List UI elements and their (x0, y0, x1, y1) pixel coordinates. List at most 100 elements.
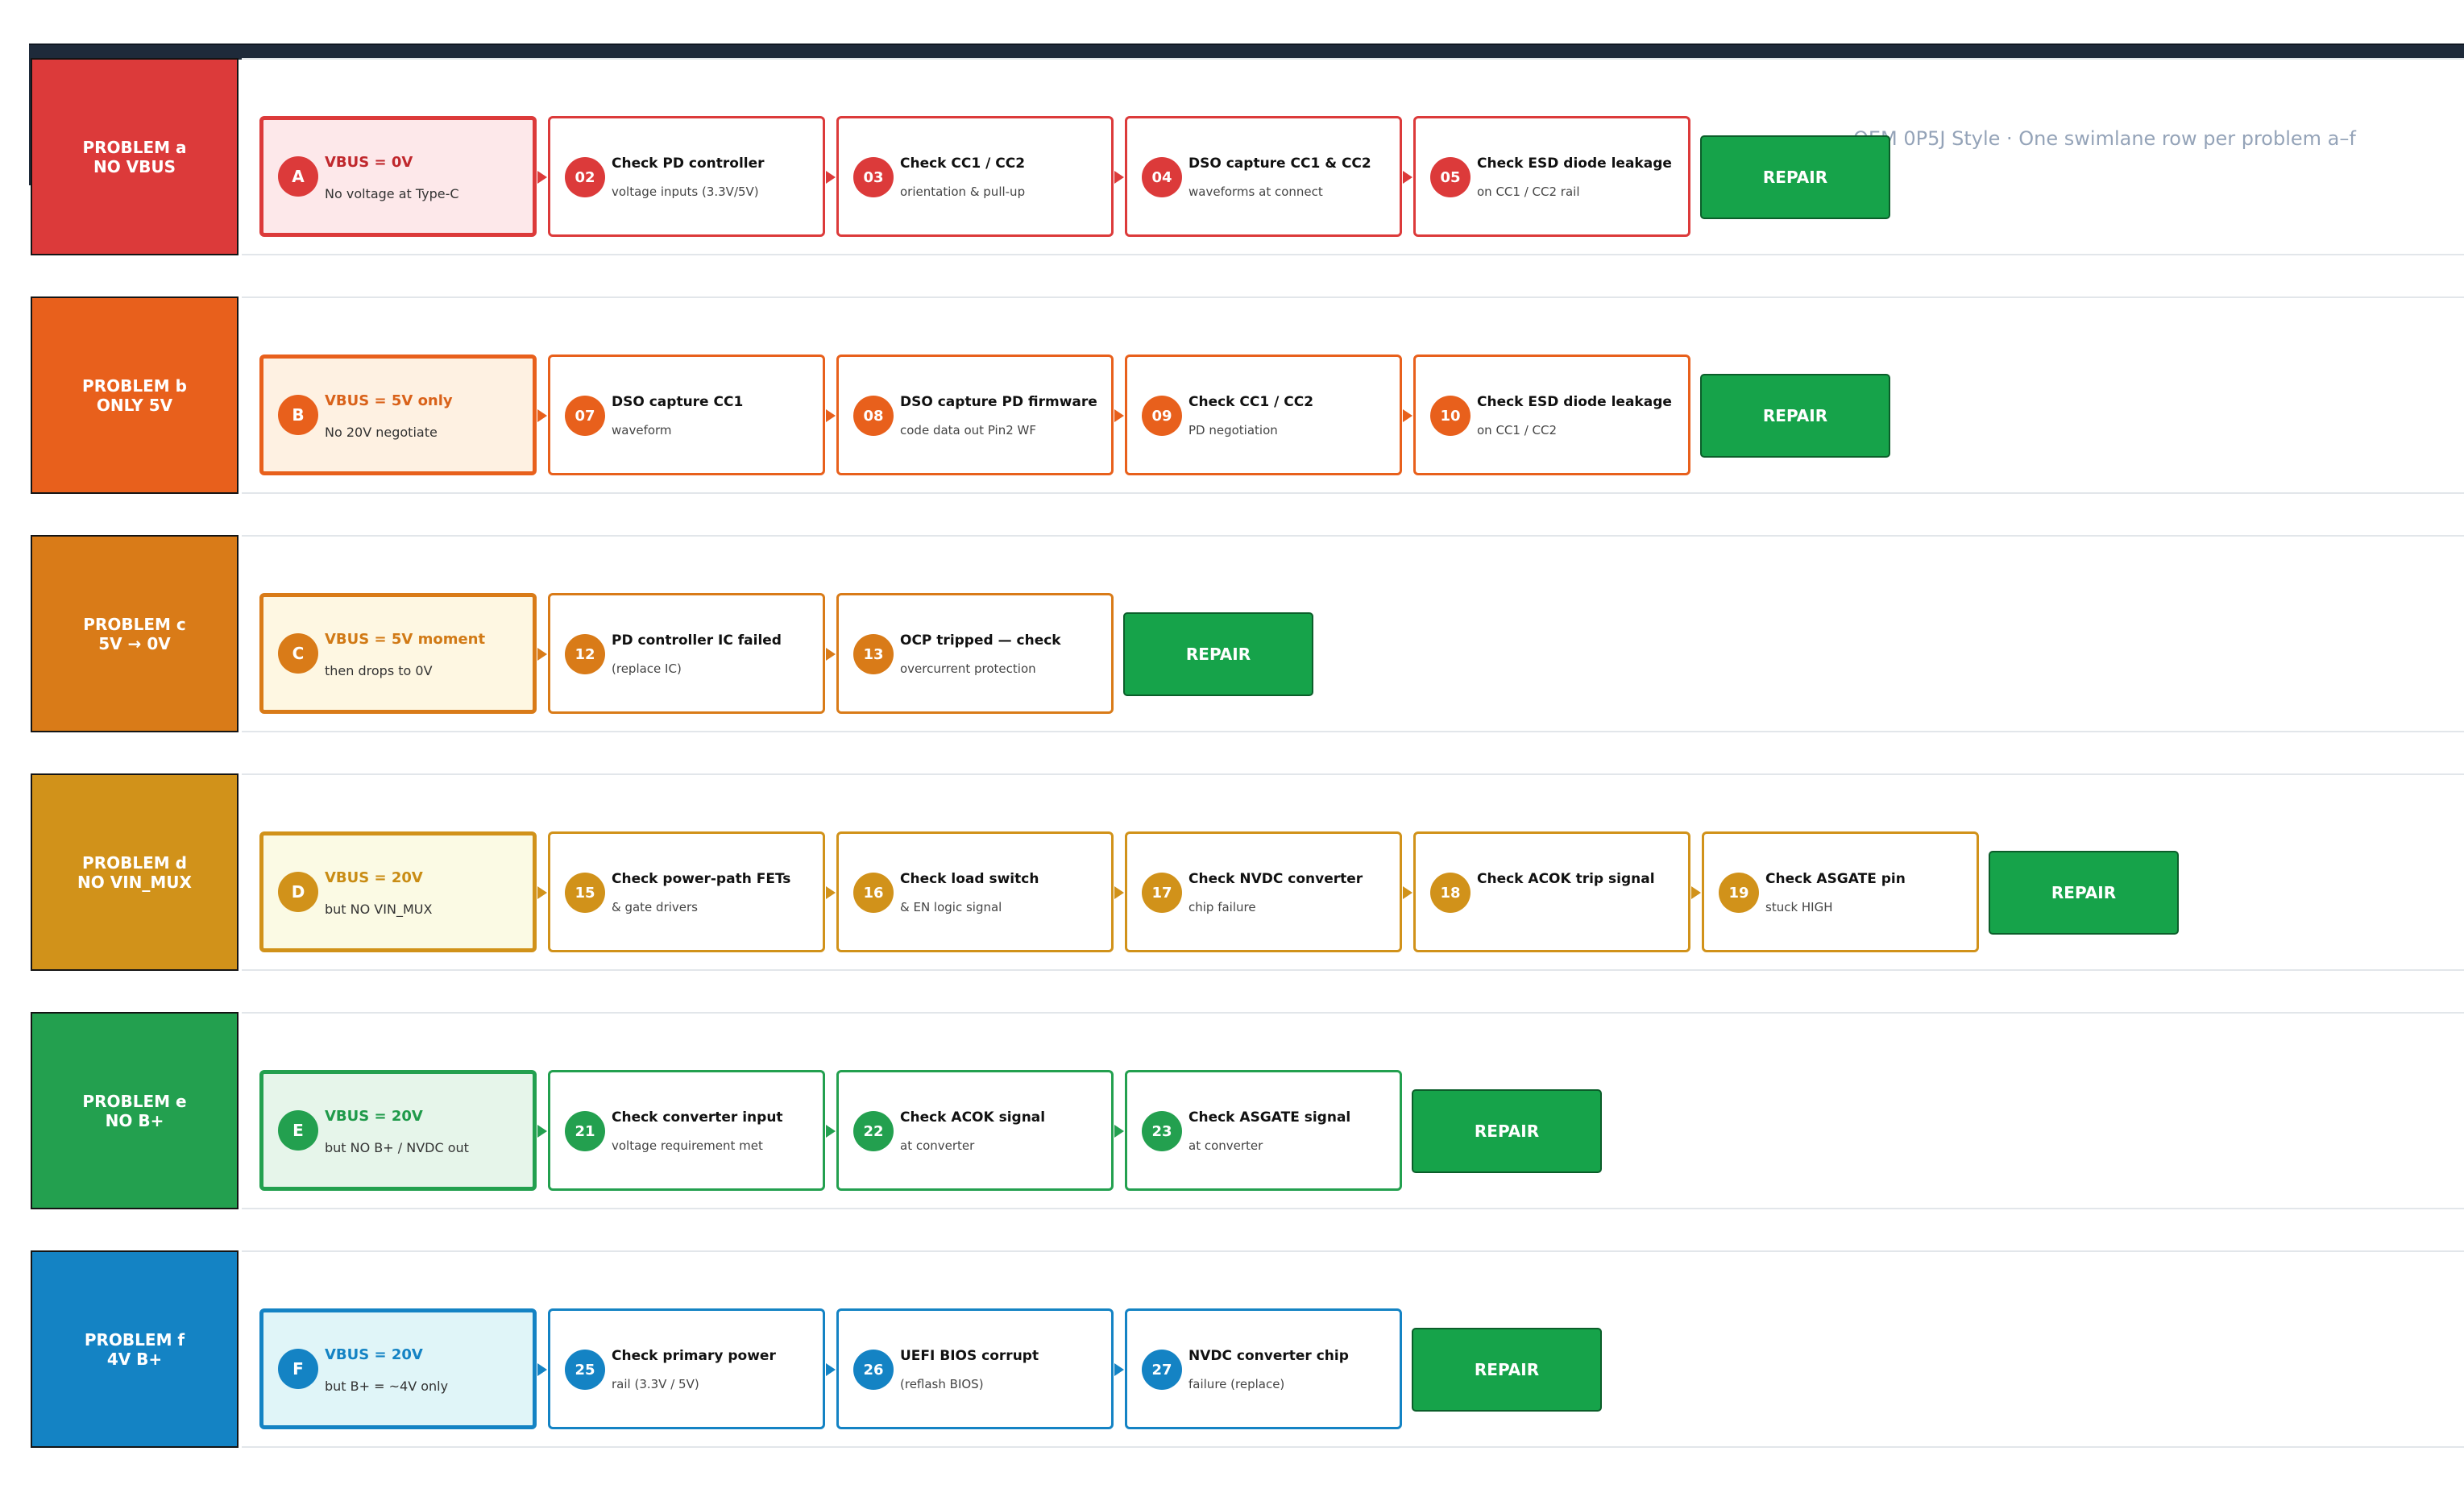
start-badge: D (278, 872, 318, 912)
step-node-07: 07 DSO capture CC1 waveform (548, 355, 825, 475)
step-badge: 21 (565, 1111, 605, 1151)
step-subtitle: waveforms at connect (1188, 185, 1323, 199)
step-subtitle: chip failure (1188, 900, 1256, 914)
step-title: Check primary power (612, 1348, 776, 1364)
flow-arrow (1114, 409, 1124, 422)
step-badge: 04 (1142, 157, 1182, 197)
repair-box-b: REPAIR (1700, 374, 1890, 458)
flow-arrow (826, 1363, 836, 1376)
step-subtitle: & gate drivers (612, 900, 698, 914)
step-badge: 13 (853, 634, 894, 674)
step-node-22: 22 Check ACOK signal at converter (836, 1070, 1114, 1191)
step-title: Check ASGATE signal (1188, 1109, 1351, 1126)
problem-label-line2: NO VBUS (93, 156, 176, 176)
step-badge: 05 (1430, 157, 1471, 197)
repair-box-a: REPAIR (1700, 135, 1890, 219)
step-badge: 15 (565, 873, 605, 913)
start-node-e: E VBUS = 20V but NO B+ / NVDC out (259, 1070, 537, 1191)
start-title: VBUS = 20V (325, 1108, 423, 1125)
step-node-25: 25 Check primary power rail (3.3V / 5V) (548, 1308, 825, 1429)
problem-label-line1: PROBLEM e (82, 1091, 187, 1111)
repair-box-f: REPAIR (1412, 1328, 1602, 1412)
step-title: Check ASGATE pin (1765, 871, 1906, 887)
step-node-16: 16 Check load switch & EN logic signal (836, 831, 1114, 952)
flow-arrow (826, 171, 836, 184)
step-node-15: 15 Check power-path FETs & gate drivers (548, 831, 825, 952)
step-subtitle: voltage requirement met (612, 1138, 763, 1153)
swimlane-d: PROBLEM d NO VIN_MUX D VBUS = 20V but NO VIN… (0, 773, 2464, 971)
step-node-04: 04 DSO capture CC1 & CC2 waveforms at conn… (1125, 116, 1402, 237)
problem-label-d: PROBLEM d NO VIN_MUX (31, 773, 239, 971)
swimlane-a: PROBLEM a NO VBUS A VBUS = 0V No voltage at … (0, 58, 2464, 255)
step-subtitle: waveform (612, 423, 672, 437)
step-subtitle: code data out Pin2 WF (900, 423, 1036, 437)
lane-divider (242, 296, 2464, 298)
problem-label-line2: 5V → 0V (98, 633, 171, 653)
step-subtitle: (reflash BIOS) (900, 1377, 984, 1391)
problem-label-line2: ONLY 5V (96, 395, 173, 415)
problem-label-line1: PROBLEM c (83, 614, 186, 634)
step-node-02: 02 Check PD controller voltage inputs (3.3… (548, 116, 825, 237)
step-title: Check NVDC converter (1188, 871, 1363, 887)
step-node-12: 12 PD controller IC failed (replace IC) (548, 593, 825, 714)
start-title: VBUS = 0V (325, 154, 413, 171)
start-title: VBUS = 20V (325, 1346, 423, 1363)
step-badge: 27 (1142, 1350, 1182, 1390)
start-node-b: B VBUS = 5V only No 20V negotiate (259, 355, 537, 475)
lane-divider (242, 535, 2464, 537)
start-title: VBUS = 20V (325, 869, 423, 886)
flow-arrow (537, 171, 547, 184)
flow-arrow (1403, 171, 1412, 184)
step-title: Check ACOK signal (900, 1109, 1046, 1126)
step-subtitle: at converter (900, 1138, 975, 1153)
start-badge: F (278, 1349, 318, 1389)
flow-arrow (537, 648, 547, 661)
start-node-c: C VBUS = 5V moment then drops to 0V (259, 593, 537, 714)
repair-box-c: REPAIR (1123, 612, 1313, 696)
lane-divider (242, 969, 2464, 971)
flow-arrow (537, 1125, 547, 1138)
flow-arrow (826, 648, 836, 661)
step-badge: 16 (853, 873, 894, 913)
lane-divider (242, 773, 2464, 775)
step-node-08: 08 DSO capture PD firmware code data out P… (836, 355, 1114, 475)
problem-label-b: PROBLEM b ONLY 5V (31, 296, 239, 494)
step-node-18: 18 Check ACOK trip signal (1413, 831, 1690, 952)
lane-divider (242, 254, 2464, 255)
step-node-26: 26 UEFI BIOS corrupt (reflash BIOS) (836, 1308, 1114, 1429)
start-node-d: D VBUS = 20V but NO VIN_MUX (259, 831, 537, 952)
step-node-21: 21 Check converter input voltage requireme… (548, 1070, 825, 1191)
step-title: Check ESD diode leakage (1477, 394, 1672, 410)
start-subtitle: but NO VIN_MUX (325, 902, 433, 917)
step-badge: 18 (1430, 873, 1471, 913)
start-badge: E (278, 1110, 318, 1151)
start-node-a: A VBUS = 0V No voltage at Type-C (259, 116, 537, 237)
step-node-23: 23 Check ASGATE signal at converter (1125, 1070, 1402, 1191)
start-title: VBUS = 5V moment (325, 631, 486, 648)
step-title: Check load switch (900, 871, 1039, 887)
step-title: Check ACOK trip signal (1477, 871, 1655, 887)
flow-arrow (1403, 409, 1412, 422)
step-title: Check power-path FETs (612, 871, 791, 887)
flow-arrow (537, 1363, 547, 1376)
step-badge: 03 (853, 157, 894, 197)
start-title: VBUS = 5V only (325, 392, 453, 409)
step-subtitle: overcurrent protection (900, 661, 1036, 676)
lane-divider (242, 1208, 2464, 1209)
lane-divider (242, 58, 2464, 60)
step-title: PD controller IC failed (612, 632, 782, 649)
lane-divider (242, 492, 2464, 494)
swimlane-c: PROBLEM c 5V → 0V C VBUS = 5V moment then dr… (0, 535, 2464, 732)
problem-label-line2: NO B+ (105, 1110, 164, 1130)
step-title: DSO capture CC1 & CC2 (1188, 155, 1371, 172)
lane-divider (242, 1250, 2464, 1252)
repair-box-e: REPAIR (1412, 1089, 1602, 1173)
step-node-09: 09 Check CC1 / CC2 PD negotiation (1125, 355, 1402, 475)
step-title: NVDC converter chip (1188, 1348, 1349, 1364)
step-node-10: 10 Check ESD diode leakage on CC1 / CC2 (1413, 355, 1690, 475)
step-badge: 22 (853, 1111, 894, 1151)
step-badge: 19 (1719, 873, 1759, 913)
flow-arrow (1114, 171, 1124, 184)
step-subtitle: stuck HIGH (1765, 900, 1833, 914)
step-subtitle: (replace IC) (612, 661, 682, 676)
